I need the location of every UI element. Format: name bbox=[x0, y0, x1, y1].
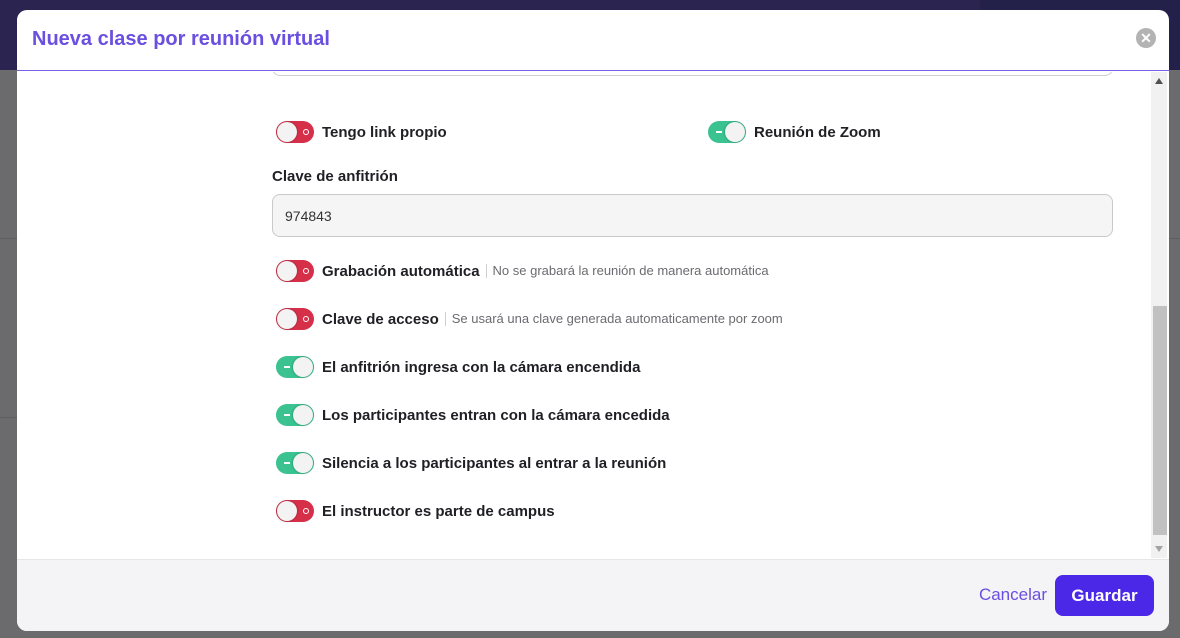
instructor-in-campus-toggle[interactable] bbox=[276, 500, 314, 522]
background-divider bbox=[0, 238, 17, 239]
cancel-button[interactable]: Cancelar bbox=[979, 585, 1047, 605]
modal-title: Nueva clase por reunión virtual bbox=[32, 28, 330, 50]
new-virtual-class-modal: Nueva clase por reunión virtual ✕ Tengo … bbox=[17, 10, 1169, 631]
access-key-label: Clave de acceso bbox=[322, 310, 439, 328]
background-divider bbox=[1169, 238, 1180, 239]
previous-field-edge bbox=[272, 72, 1113, 76]
own-link-toggle[interactable] bbox=[276, 121, 314, 143]
zoom-meeting-toggle[interactable] bbox=[708, 121, 746, 143]
access-key-description: Se usará una clave generada automaticame… bbox=[444, 312, 783, 326]
mute-participants-toggle[interactable] bbox=[276, 452, 314, 474]
access-key-toggle[interactable] bbox=[276, 308, 314, 330]
automatic-recording-toggle[interactable] bbox=[276, 260, 314, 282]
own-link-label: Tengo link propio bbox=[322, 123, 447, 141]
host-key-input[interactable] bbox=[272, 194, 1113, 237]
save-button[interactable]: Guardar bbox=[1055, 575, 1154, 616]
scroll-down-arrow-icon[interactable] bbox=[1155, 546, 1163, 552]
scrollbar-thumb[interactable] bbox=[1153, 306, 1167, 535]
zoom-meeting-label: Reunión de Zoom bbox=[754, 123, 881, 141]
option-row: El anfitrión ingresa con la cámara encen… bbox=[276, 355, 640, 379]
modal-header: Nueva clase por reunión virtual ✕ bbox=[17, 10, 1169, 71]
instructor-in-campus-label: El instructor es parte de campus bbox=[322, 502, 555, 520]
host-camera-on-toggle[interactable] bbox=[276, 356, 314, 378]
option-row: Silencia a los participantes al entrar a… bbox=[276, 451, 666, 475]
host-camera-on-label: El anfitrión ingresa con la cámara encen… bbox=[322, 358, 641, 376]
participants-camera-on-toggle[interactable] bbox=[276, 404, 314, 426]
automatic-recording-description: No se grabará la reunión de manera autom… bbox=[485, 264, 769, 278]
zoom-meeting-switch-row: Reunión de Zoom bbox=[708, 120, 881, 144]
modal-footer: Cancelar Guardar bbox=[17, 559, 1169, 631]
option-row: Clave de acceso Se usará una clave gener… bbox=[276, 307, 783, 331]
option-row: El instructor es parte de campus bbox=[276, 499, 555, 523]
close-icon[interactable]: ✕ bbox=[1136, 28, 1156, 48]
background-divider bbox=[0, 417, 17, 418]
automatic-recording-label: Grabación automática bbox=[322, 262, 480, 280]
own-link-switch-row: Tengo link propio bbox=[276, 120, 447, 144]
host-key-label: Clave de anfitrión bbox=[272, 168, 398, 185]
scroll-up-arrow-icon[interactable] bbox=[1155, 78, 1163, 84]
participants-camera-on-label: Los participantes entran con la cámara e… bbox=[322, 406, 670, 424]
option-row: Grabación automática No se grabará la re… bbox=[276, 259, 769, 283]
modal-body: Tengo link propio Reunión de Zoom Clave … bbox=[17, 72, 1169, 558]
vertical-scrollbar[interactable] bbox=[1151, 72, 1167, 558]
mute-participants-label: Silencia a los participantes al entrar a… bbox=[322, 454, 667, 472]
option-row: Los participantes entran con la cámara e… bbox=[276, 403, 670, 427]
